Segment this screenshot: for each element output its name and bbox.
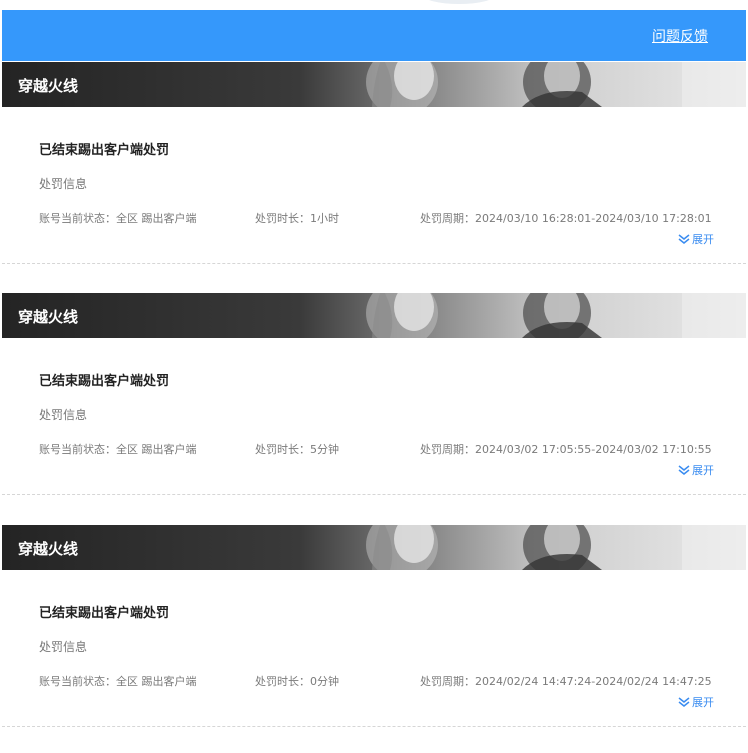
game-characters-banner-image [366,293,746,338]
double-chevron-down-icon [678,465,690,475]
expand-label: 展开 [692,696,714,709]
page-header: 问题反馈 [2,10,746,61]
account-state: 账号当前状态：全区 踢出客户端 [39,212,197,225]
game-banner: 穿越火线 [2,293,746,338]
expand-label: 展开 [692,233,714,246]
account-state: 账号当前状态：全区 踢出客户端 [39,675,197,688]
game-name: 穿越火线 [18,77,79,95]
penalty-status-title: 已结束踢出客户端处罚 [39,374,170,389]
penalty-info-label: 处罚信息 [39,177,88,191]
penalty-info-label: 处罚信息 [39,640,88,654]
record-body: 已结束踢出客户端处罚 处罚信息 账号当前状态：全区 踢出客户端 处罚时长：0分钟… [2,570,746,727]
penalty-duration: 处罚时长：1小时 [255,212,339,225]
expand-button[interactable]: 展开 [678,231,714,247]
record-body: 已结束踢出客户端处罚 处罚信息 账号当前状态：全区 踢出客户端 处罚时长：5分钟… [2,338,746,495]
feedback-link[interactable]: 问题反馈 [652,26,708,46]
record-body: 已结束踢出客户端处罚 处罚信息 账号当前状态：全区 踢出客户端 处罚时长：1小时… [2,107,746,264]
expand-button[interactable]: 展开 [678,694,714,710]
top-strip [0,0,748,10]
double-chevron-down-icon [678,697,690,707]
double-chevron-down-icon [678,234,690,244]
top-decoration [423,0,495,4]
penalty-info-label: 处罚信息 [39,408,88,422]
penalty-status-title: 已结束踢出客户端处罚 [39,143,170,158]
penalty-record: 穿越火线 已结束踢出客户端处罚 处罚信息 账号当前状态：全区 踢出客户端 处罚时… [2,293,746,495]
game-name: 穿越火线 [18,308,79,326]
account-state: 账号当前状态：全区 踢出客户端 [39,443,197,456]
game-characters-banner-image [366,525,746,570]
game-characters-banner-image [366,62,746,107]
penalty-record: 穿越火线 已结束踢出客户端处罚 处罚信息 账号当前状态：全区 踢出客户端 处罚时… [2,62,746,264]
game-banner: 穿越火线 [2,525,746,570]
penalty-period: 处罚周期：2024/03/10 16:28:01-2024/03/10 17:2… [420,212,712,225]
penalty-duration: 处罚时长：5分钟 [255,443,339,456]
penalty-period: 处罚周期：2024/03/02 17:05:55-2024/03/02 17:1… [420,443,712,456]
game-name: 穿越火线 [18,540,79,558]
game-banner: 穿越火线 [2,62,746,107]
expand-label: 展开 [692,464,714,477]
penalty-period: 处罚周期：2024/02/24 14:47:24-2024/02/24 14:4… [420,675,712,688]
penalty-status-title: 已结束踢出客户端处罚 [39,606,170,621]
penalty-record: 穿越火线 已结束踢出客户端处罚 处罚信息 账号当前状态：全区 踢出客户端 处罚时… [2,525,746,727]
penalty-duration: 处罚时长：0分钟 [255,675,339,688]
expand-button[interactable]: 展开 [678,462,714,478]
